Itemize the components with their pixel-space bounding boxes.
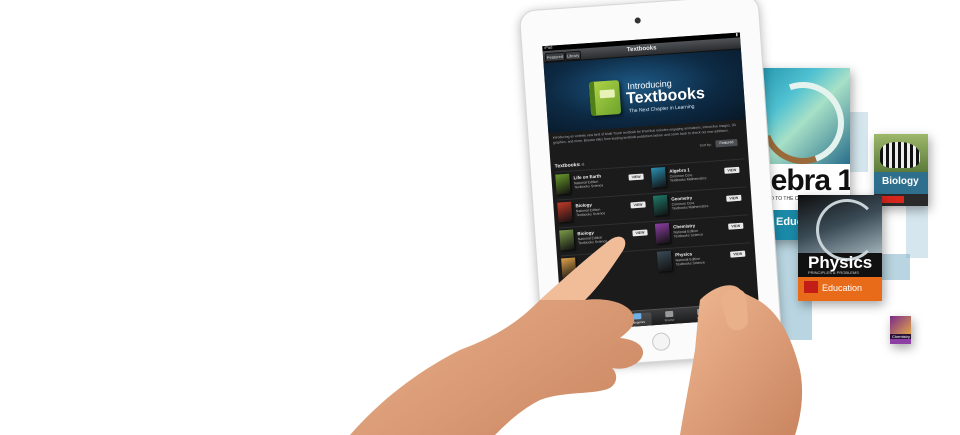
index-finger-shape: [540, 236, 626, 300]
right-hand: [350, 236, 803, 435]
hero-stage: lgebra 1 ALIGNED TO THE COMMON CORE Educ…: [0, 0, 960, 435]
